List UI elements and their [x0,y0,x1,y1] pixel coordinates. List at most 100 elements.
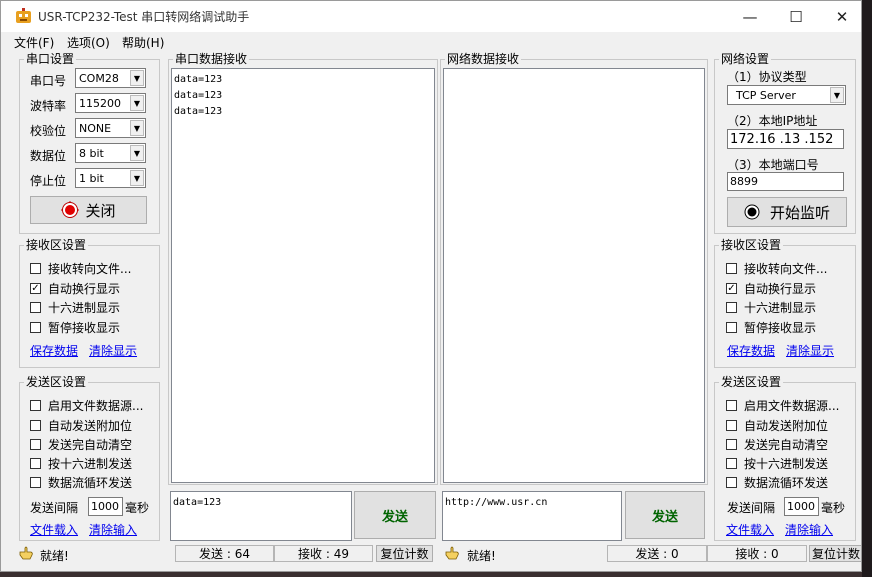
net-pause-display-checkbox[interactable]: 暂停接收显示 [726,319,816,336]
checkbox-icon [30,263,41,274]
serial-auto-clear-checkbox[interactable]: 发送完自动清空 [30,436,132,453]
net-send-input[interactable]: http://www.usr.cn [442,491,622,541]
net-hex-display-checkbox[interactable]: 十六进制显示 [726,299,816,316]
local-port-label: （3）本地端口号 [727,158,819,172]
serial-recv-to-file-checkbox[interactable]: 接收转向文件... [30,260,131,277]
start-listen-button[interactable]: 开始监听 [727,197,847,227]
stopbits-label: 停止位 [30,174,67,188]
serial-save-data-link[interactable]: 保存数据 [30,342,78,359]
databits-label: 数据位 [30,149,67,163]
local-port-input[interactable]: 8899 [727,172,844,191]
option-label: 发送完自动清空 [744,438,829,452]
chevron-down-icon: ▼ [130,170,144,186]
local-ip-label: （2）本地IP地址 [727,114,818,128]
net-clear-display-link[interactable]: 清除显示 [786,342,834,359]
net-settings-legend: 网络设置 [721,52,770,66]
recv-line: data=123 [174,74,223,85]
option-label: 按十六进制发送 [48,457,133,471]
baud-value: 115200 [79,96,121,110]
menu-options[interactable]: 选项(O) [67,34,110,51]
chevron-down-icon: ▼ [830,87,844,103]
checkbox-icon [726,477,737,488]
serial-recv-legend: 串口数据接收 [175,52,248,66]
net-clear-input-link[interactable]: 清除输入 [785,521,833,538]
option-label: 启用文件数据源... [48,399,144,413]
checkbox-icon [726,420,737,431]
serial-send-input[interactable]: data=123 [170,491,352,541]
option-label: 数据流循环发送 [48,476,133,490]
databits-select[interactable]: 8 bit ▼ [75,143,146,163]
serial-file-source-checkbox[interactable]: 启用文件数据源... [30,397,143,414]
title-bar: USR-TCP232-Test 串口转网络调试助手 — ☐ ✕ [1,1,861,32]
serial-clear-display-link[interactable]: 清除显示 [89,342,137,359]
protocol-value: TCP Server [736,88,796,102]
start-listen-label: 开始监听 [769,203,830,222]
net-save-data-link[interactable]: 保存数据 [727,342,775,359]
net-recv-textarea[interactable] [443,68,705,483]
option-label: 自动换行显示 [48,282,121,296]
net-send-settings-legend: 发送区设置 [721,375,782,389]
baud-select[interactable]: 115200 ▼ [75,93,146,113]
option-label: 十六进制显示 [48,301,121,315]
close-port-button[interactable]: 关闭 [30,196,147,224]
net-reset-count-button[interactable]: 复位计数 [809,545,861,562]
app-logo-icon [16,8,31,23]
send-text: data=123 [173,497,222,508]
net-recv-to-file-checkbox[interactable]: 接收转向文件... [726,260,827,277]
serial-interval-input[interactable]: 1000 [88,497,123,516]
net-recv-count: 接收 : 0 [707,545,807,562]
net-interval-label: 发送间隔 [727,501,776,515]
checkbox-icon [726,302,737,313]
menu-file[interactable]: 文件(F) [14,34,54,51]
parity-value: NONE [79,121,112,135]
maximize-button[interactable]: ☐ [773,1,819,32]
option-label: 十六进制显示 [744,301,817,315]
checkbox-icon [30,400,41,411]
serial-send-button[interactable]: 发送 [354,491,436,539]
serial-reset-count-button[interactable]: 复位计数 [376,545,433,562]
port-open-indicator-icon [61,201,80,218]
serial-loop-send-checkbox[interactable]: 数据流循环发送 [30,474,132,491]
net-send-button[interactable]: 发送 [625,491,705,539]
serial-load-file-link[interactable]: 文件载入 [30,521,78,538]
checkbox-icon [726,458,737,469]
serial-recv-count: 接收 : 49 [274,545,373,562]
checkbox-icon [30,477,41,488]
desktop-background [862,0,872,577]
serial-append-bit-checkbox[interactable]: 自动发送附加位 [30,417,132,434]
menu-bar: 文件(F) 选项(O) 帮助(H) [1,32,861,51]
hand-pointer-icon [19,546,33,560]
serial-hex-display-checkbox[interactable]: 十六进制显示 [30,299,120,316]
checkbox-icon [30,322,41,333]
net-append-bit-checkbox[interactable]: 自动发送附加位 [726,417,828,434]
serial-send-settings-legend: 发送区设置 [26,375,87,389]
serial-auto-wrap-checkbox[interactable]: ✓ 自动换行显示 [30,280,120,297]
protocol-select[interactable]: TCP Server ▼ [727,85,846,105]
chevron-down-icon: ▼ [130,120,144,136]
parity-label: 校验位 [30,124,67,138]
chevron-down-icon: ▼ [130,95,144,111]
net-file-source-checkbox[interactable]: 启用文件数据源... [726,397,839,414]
local-ip-input[interactable]: 172.16 .13 .152 [727,129,844,149]
minimize-button[interactable]: — [727,1,773,32]
baud-label: 波特率 [30,99,67,113]
serial-pause-display-checkbox[interactable]: 暂停接收显示 [30,319,120,336]
menu-help[interactable]: 帮助(H) [122,34,164,51]
serial-interval-label: 发送间隔 [30,501,79,515]
net-sent-count: 发送 : 0 [607,545,707,562]
net-loop-send-checkbox[interactable]: 数据流循环发送 [726,474,828,491]
port-select[interactable]: COM28 ▼ [75,68,146,88]
stopbits-select[interactable]: 1 bit ▼ [75,168,146,188]
net-load-file-link[interactable]: 文件载入 [726,521,774,538]
checkbox-icon [30,302,41,313]
option-label: 暂停接收显示 [744,321,817,335]
parity-select[interactable]: NONE ▼ [75,118,146,138]
serial-recv-textarea[interactable]: data=123 data=123 data=123 [171,68,435,483]
net-hex-send-checkbox[interactable]: 按十六进制发送 [726,455,828,472]
net-interval-input[interactable]: 1000 [784,497,819,516]
serial-hex-send-checkbox[interactable]: 按十六进制发送 [30,455,132,472]
close-window-button[interactable]: ✕ [819,1,861,32]
serial-clear-input-link[interactable]: 清除输入 [89,521,137,538]
net-auto-clear-checkbox[interactable]: 发送完自动清空 [726,436,828,453]
net-auto-wrap-checkbox[interactable]: ✓ 自动换行显示 [726,280,816,297]
